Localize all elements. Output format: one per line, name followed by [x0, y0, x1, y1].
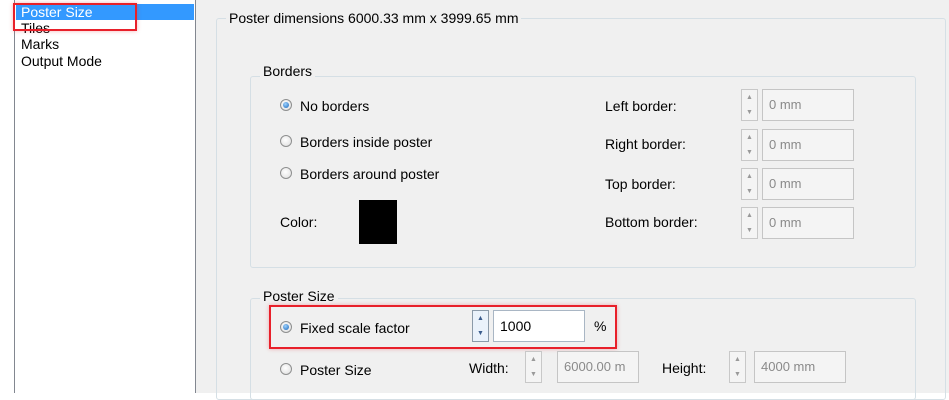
radio-checked-icon	[280, 321, 292, 333]
scale-factor-spinner[interactable]: ▲ ▼	[472, 310, 489, 342]
spin-up-icon[interactable]: ▲	[743, 91, 756, 104]
radio-icon	[280, 363, 292, 375]
spin-up-icon[interactable]: ▲	[743, 170, 756, 183]
nav-item-poster-size[interactable]: Poster Size	[16, 4, 194, 20]
radio-icon	[280, 135, 292, 147]
right-border-spinner[interactable]: ▲ ▼	[741, 129, 758, 161]
spin-down-icon[interactable]: ▼	[731, 368, 744, 381]
spin-down-icon[interactable]: ▼	[743, 106, 756, 119]
nav-item-tiles[interactable]: Tiles	[21, 20, 50, 36]
scale-factor-field[interactable]: 1000	[493, 310, 585, 342]
spin-up-icon[interactable]: ▲	[743, 209, 756, 222]
poster-size-title: Poster Size	[260, 288, 338, 304]
radio-checked-icon	[280, 99, 292, 111]
spin-up-icon[interactable]: ▲	[527, 353, 540, 366]
nav-item-marks[interactable]: Marks	[21, 36, 59, 52]
spin-down-icon[interactable]: ▼	[527, 368, 540, 381]
left-border-label: Left border:	[605, 98, 677, 114]
spin-up-icon[interactable]: ▲	[474, 312, 487, 325]
left-border-field[interactable]: 0 mm	[762, 89, 854, 121]
spin-down-icon[interactable]: ▼	[474, 327, 487, 340]
spin-down-icon[interactable]: ▼	[743, 224, 756, 237]
bottom-border-label: Bottom border:	[605, 214, 698, 230]
top-border-field[interactable]: 0 mm	[762, 168, 854, 200]
color-swatch[interactable]	[359, 200, 397, 244]
top-border-label: Top border:	[605, 176, 676, 192]
left-border-spinner[interactable]: ▲ ▼	[741, 89, 758, 121]
spin-up-icon[interactable]: ▲	[743, 131, 756, 144]
spin-down-icon[interactable]: ▼	[743, 185, 756, 198]
width-field[interactable]: 6000.00 m	[557, 351, 639, 383]
borders-title: Borders	[260, 63, 316, 79]
width-spinner[interactable]: ▲ ▼	[525, 351, 542, 383]
right-border-label: Right border:	[605, 136, 686, 152]
spin-up-icon[interactable]: ▲	[731, 353, 744, 366]
width-label: Width:	[469, 360, 509, 376]
nav-list: Poster Size Tiles Marks Output Mode	[14, 0, 196, 393]
spin-down-icon[interactable]: ▼	[743, 146, 756, 159]
height-spinner[interactable]: ▲ ▼	[729, 351, 746, 383]
height-field[interactable]: 4000 mm	[754, 351, 846, 383]
poster-dimensions-title: Poster dimensions 6000.33 mm x 3999.65 m…	[226, 10, 522, 26]
radio-icon	[280, 167, 292, 179]
top-border-spinner[interactable]: ▲ ▼	[741, 168, 758, 200]
color-label: Color:	[280, 214, 318, 230]
nav-item-output-mode[interactable]: Output Mode	[21, 53, 102, 69]
scale-unit-label: %	[594, 318, 607, 334]
bottom-border-field[interactable]: 0 mm	[762, 207, 854, 239]
bottom-border-spinner[interactable]: ▲ ▼	[741, 207, 758, 239]
right-border-field[interactable]: 0 mm	[762, 129, 854, 161]
height-label: Height:	[662, 360, 707, 376]
settings-panel: Poster dimensions 6000.33 mm x 3999.65 m…	[196, 0, 949, 400]
